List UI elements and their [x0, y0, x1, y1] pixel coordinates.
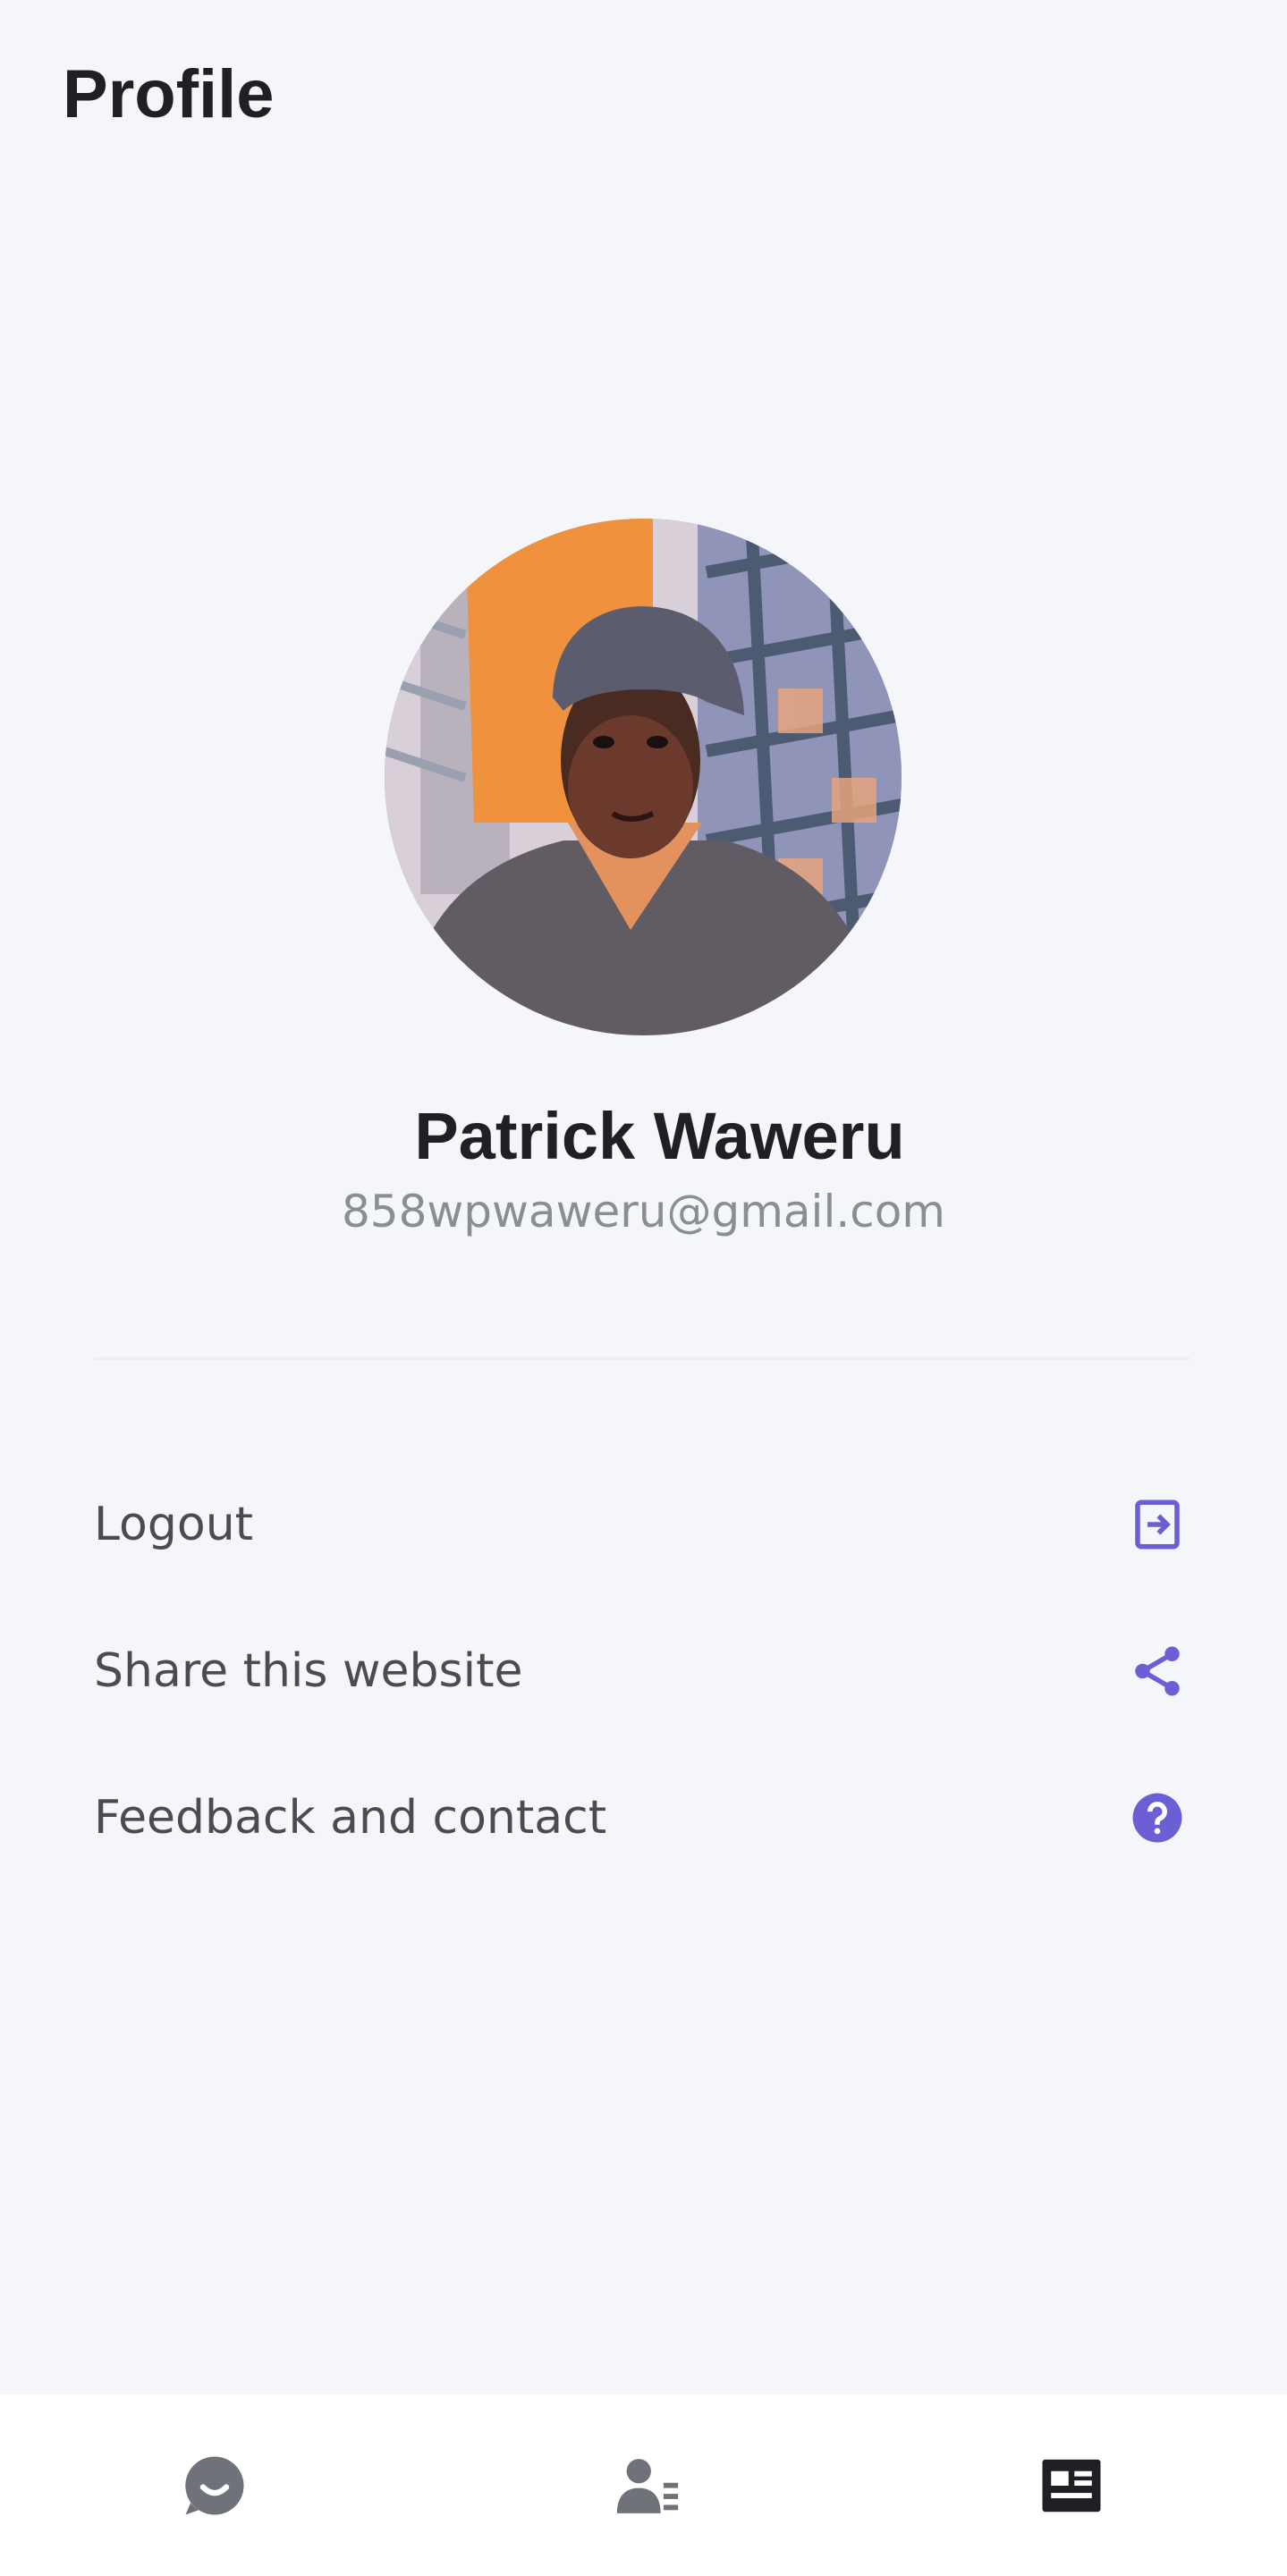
divider: [94, 1357, 1190, 1360]
contacts-icon: [616, 2458, 679, 2513]
user-name: Patrick Waweru: [414, 1099, 905, 1173]
tab-chats[interactable]: [107, 2394, 322, 2576]
logout-button[interactable]: Logout: [94, 1475, 1190, 1574]
logout-label: Logout: [94, 1498, 254, 1551]
help-icon: [1125, 1786, 1190, 1850]
feedback-contact-button[interactable]: Feedback and contact: [94, 1769, 1190, 1867]
page-title: Profile: [63, 56, 275, 132]
feedback-contact-label: Feedback and contact: [94, 1791, 607, 1845]
tab-contacts[interactable]: [540, 2394, 755, 2576]
avatar-photo: [385, 519, 902, 1035]
avatar: [385, 519, 902, 1035]
share-website-label: Share this website: [94, 1644, 523, 1698]
share-website-button[interactable]: Share this website: [94, 1622, 1190, 1720]
chat-icon: [185, 2455, 244, 2514]
bottom-nav: [0, 2394, 1287, 2576]
tab-news[interactable]: [964, 2394, 1179, 2576]
share-icon: [1125, 1639, 1190, 1703]
logout-icon: [1125, 1492, 1190, 1557]
user-email: 858wpwaweru@gmail.com: [341, 1186, 946, 1237]
news-icon: [1042, 2459, 1101, 2512]
